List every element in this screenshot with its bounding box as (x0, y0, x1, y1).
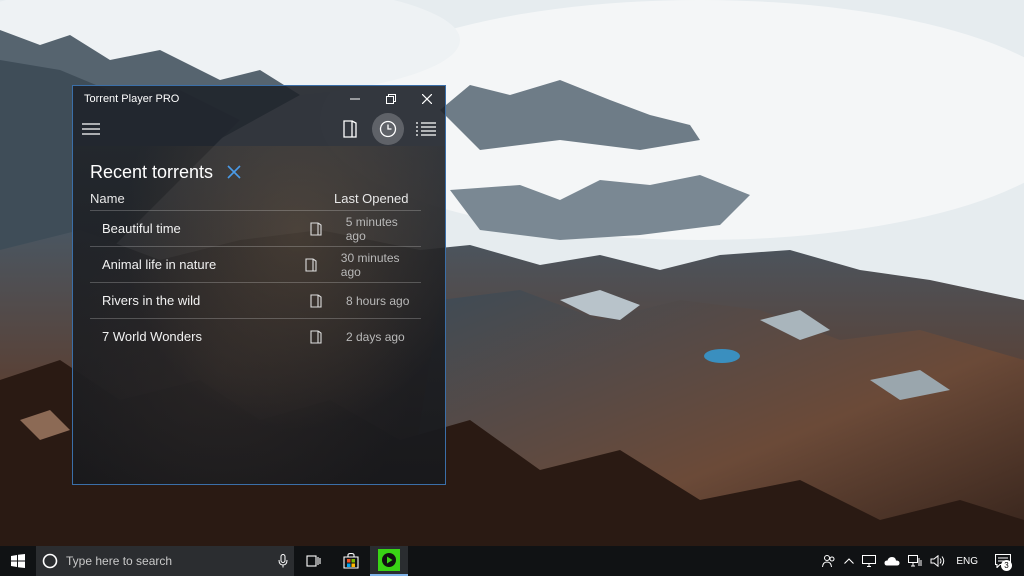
recent-torrents-panel: Recent torrents Name Last Opened Beautif… (73, 160, 445, 354)
action-center-button[interactable]: 3 (988, 546, 1018, 576)
title-bar[interactable]: Torrent Player PRO (73, 86, 445, 112)
list-icon (416, 122, 436, 136)
app-toolbar (73, 112, 445, 146)
last-opened: 30 minutes ago (340, 250, 400, 279)
recent-button[interactable] (369, 112, 407, 146)
list-item[interactable]: Beautiful time 5 minutes ago (90, 210, 421, 246)
list-button[interactable] (407, 112, 445, 146)
torrent-file-icon (297, 257, 324, 272)
list-item[interactable]: 7 World Wonders 2 days ago (90, 318, 421, 354)
onedrive-button[interactable] (880, 546, 904, 576)
column-header-last-opened[interactable]: Last Opened (334, 191, 408, 206)
taskbar-search[interactable]: Type here to search (36, 546, 294, 576)
torrent-name: Animal life in nature (102, 257, 217, 272)
windows-icon (11, 554, 25, 568)
torrent-player-taskbar-button[interactable] (370, 546, 408, 576)
speaker-icon (930, 555, 945, 567)
last-opened: 5 minutes ago (345, 214, 398, 243)
network-button[interactable] (904, 546, 926, 576)
task-view-icon (306, 555, 321, 567)
book-open-icon (343, 120, 357, 138)
torrent-name: Rivers in the wild (102, 293, 201, 308)
app-window: Torrent Player PRO Recent torrents Name … (72, 85, 446, 485)
close-button[interactable] (409, 86, 445, 112)
open-file-button[interactable] (331, 112, 369, 146)
last-opened: 2 days ago (346, 329, 405, 344)
microphone-icon[interactable] (278, 554, 288, 568)
close-icon (422, 94, 432, 104)
menu-button[interactable] (73, 112, 109, 146)
show-hidden-icons-button[interactable] (840, 546, 858, 576)
store-button[interactable] (332, 546, 370, 576)
start-button[interactable] (0, 546, 36, 576)
notification-count-badge: 3 (1001, 560, 1012, 571)
torrent-file-icon (302, 293, 330, 308)
hamburger-icon (82, 123, 100, 135)
list-item[interactable]: Rivers in the wild 8 hours ago (90, 282, 421, 318)
recent-button-highlight (372, 113, 404, 145)
torrent-file-icon (302, 221, 330, 236)
display-button[interactable] (858, 546, 880, 576)
panel-title: Recent torrents (90, 161, 214, 182)
people-button[interactable] (818, 546, 840, 576)
minimize-icon (350, 98, 360, 100)
clock-icon (379, 120, 397, 138)
torrent-list: Beautiful time 5 minutes ago Animal life… (90, 210, 421, 354)
panel-header: Recent torrents (90, 160, 445, 184)
cortana-icon (42, 553, 58, 569)
close-icon (227, 165, 241, 179)
list-item[interactable]: Animal life in nature 30 minutes ago (90, 246, 421, 282)
monitor-icon (862, 555, 877, 567)
store-icon (343, 553, 359, 569)
torrent-name: 7 World Wonders (102, 329, 202, 344)
column-headers: Name Last Opened (90, 188, 445, 208)
minimize-button[interactable] (337, 86, 373, 112)
column-header-name[interactable]: Name (90, 191, 334, 206)
torrent-file-icon (302, 329, 330, 344)
torrent-player-icon (378, 549, 400, 571)
window-title: Torrent Player PRO (84, 93, 180, 105)
input-language[interactable]: ENG (950, 546, 988, 576)
search-placeholder: Type here to search (66, 554, 173, 568)
task-view-button[interactable] (294, 546, 332, 576)
chevron-up-icon (844, 558, 855, 564)
close-panel-button[interactable] (225, 163, 243, 181)
volume-button[interactable] (926, 546, 950, 576)
people-icon (822, 555, 835, 568)
restore-icon (386, 94, 396, 104)
torrent-name: Beautiful time (102, 221, 181, 236)
cloud-icon (884, 557, 900, 566)
network-icon (908, 555, 922, 567)
restore-button[interactable] (373, 86, 409, 112)
last-opened: 8 hours ago (346, 293, 410, 308)
taskbar: Type here to search ENG 3 (0, 546, 1024, 576)
system-tray: ENG 3 (818, 546, 1024, 576)
